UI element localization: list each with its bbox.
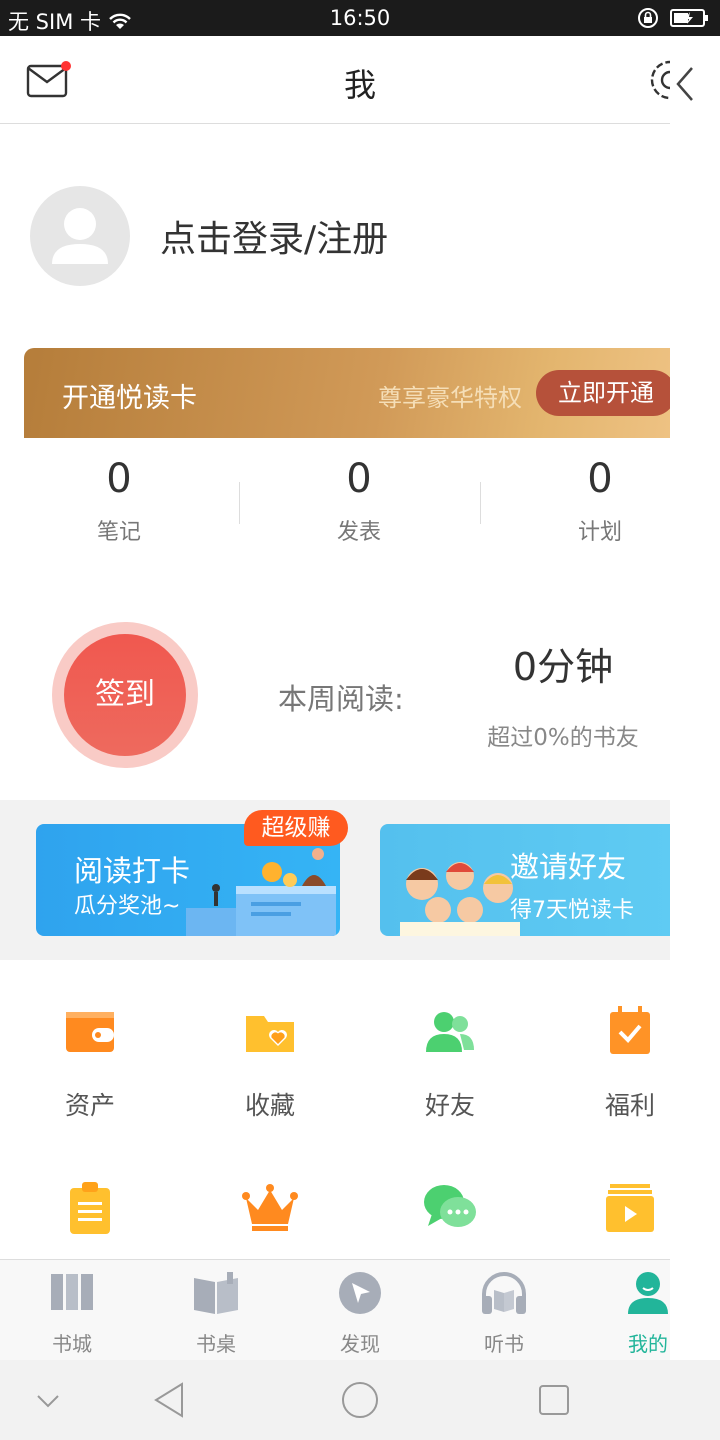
grid-item-vip[interactable] (180, 1178, 360, 1262)
stat-value: 0 (587, 456, 613, 502)
grid-item-label: 福利 (604, 1091, 655, 1120)
bookstore-icon (51, 1274, 93, 1310)
grid-item-assets[interactable]: 资产 (0, 1002, 180, 1122)
grid-item-label: 好友 (424, 1091, 475, 1120)
discover-icon (339, 1272, 381, 1314)
recents-nav-icon[interactable] (536, 1382, 572, 1418)
avatar[interactable] (30, 186, 130, 286)
divider (480, 482, 481, 524)
checkin-button[interactable]: 签到 (64, 634, 186, 756)
stat-value: 0 (346, 456, 372, 502)
system-nav-bar (0, 1360, 720, 1440)
tab-bookdesk[interactable]: 书桌 (161, 1270, 271, 1357)
folder-heart-icon (246, 1016, 294, 1052)
grid-item-welfare[interactable]: 福利 (540, 1002, 670, 1122)
page-title: 我 (343, 66, 376, 104)
clipboard-icon (70, 1182, 110, 1234)
tab-label: 书桌 (196, 1332, 236, 1356)
default-user-icon (52, 208, 108, 264)
tab-discover[interactable]: 发现 (305, 1270, 415, 1357)
profile-section[interactable]: 点击登录/注册 (0, 124, 670, 348)
tab-label: 听书 (484, 1332, 524, 1356)
tab-bookstore[interactable]: 书城 (17, 1270, 127, 1357)
divider (239, 482, 240, 524)
stat-label: 计划 (577, 520, 622, 545)
grid-item-label: 收藏 (244, 1091, 295, 1120)
profile-icon (628, 1272, 668, 1314)
edge-panel-handle-icon[interactable] (672, 64, 698, 104)
week-reading-value: 0分钟 (512, 645, 614, 689)
checkin-section: 签到 本周阅读: 0分钟 超过0%的书友 (0, 588, 670, 800)
tab-label: 发现 (340, 1332, 380, 1356)
tab-label: 书城 (52, 1332, 92, 1356)
grid-item-favorites[interactable]: 收藏 (180, 1002, 360, 1122)
grid-item-tasks[interactable] (0, 1178, 180, 1262)
grid-item-label: 资产 (64, 1091, 115, 1120)
stats-row: 0 笔记 0 发表 0 计划 (0, 438, 670, 568)
super-earn-badge: 超级赚 (244, 810, 348, 846)
edge-panel (670, 36, 720, 1360)
friends-icon (426, 1012, 474, 1052)
rotation-lock-icon (638, 8, 658, 28)
bottom-tab-bar: 书城 书桌 发现 听书 我的 (0, 1259, 670, 1360)
vip-open-button[interactable]: 立即开通 (536, 370, 670, 416)
week-reading-label: 本周阅读: (278, 682, 404, 716)
battery-charging-icon (670, 9, 708, 27)
wallet-icon (66, 1012, 114, 1052)
status-right (636, 6, 710, 30)
checkin-button-ring: 签到 (52, 622, 198, 768)
calendar-check-icon (610, 1006, 650, 1054)
vip-card-name: 开通悦读卡 (62, 383, 197, 414)
header: 我 (0, 36, 670, 124)
prize-pool-illustration (186, 848, 336, 936)
banner-subtitle: 得7天悦读卡 (510, 898, 634, 923)
tab-label: 我的 (628, 1332, 668, 1356)
clock: 16:50 (329, 6, 391, 30)
chat-icon (424, 1185, 476, 1227)
banner-subtitle: 瓜分奖池~ (74, 894, 181, 919)
tab-audiobooks[interactable]: 听书 (449, 1270, 559, 1357)
back-nav-icon[interactable] (150, 1380, 190, 1420)
banner-title: 邀请好友 (510, 850, 627, 884)
week-reading-rank: 超过0%的书友 (487, 725, 639, 751)
app-screen: 我 点击登录/注册 开通悦读卡 尊享豪华特权 立即开通 0 笔记 0 发表 0 … (0, 36, 670, 1360)
feature-grid: 资产 收藏 好友 福利 (0, 960, 670, 1260)
home-nav-icon[interactable] (340, 1380, 380, 1420)
banner-title: 阅读打卡 (74, 854, 191, 888)
stat-label: 发表 (336, 520, 381, 545)
stat-value: 0 (106, 456, 132, 502)
stat-label: 笔记 (96, 520, 141, 545)
crown-icon (242, 1184, 298, 1231)
vip-privilege-text: 尊享豪华特权 (378, 384, 522, 412)
settings-gear-icon[interactable] (646, 58, 670, 102)
vip-card-banner[interactable]: 开通悦读卡 尊享豪华特权 立即开通 (24, 348, 670, 438)
collapse-nav-icon[interactable] (34, 1388, 62, 1412)
stat-posts[interactable]: 0 发表 (259, 456, 459, 546)
stat-notes[interactable]: 0 笔记 (19, 456, 219, 546)
grid-item-videos[interactable] (540, 1178, 670, 1262)
grid-item-friends[interactable]: 好友 (360, 1002, 540, 1122)
grid-item-chat[interactable] (360, 1178, 540, 1262)
tab-mine[interactable]: 我的 (593, 1270, 670, 1357)
login-register-link[interactable]: 点击登录/注册 (160, 210, 388, 262)
friends-illustration (400, 862, 520, 936)
headphones-icon (482, 1272, 526, 1314)
video-stack-icon (606, 1184, 654, 1232)
book-desk-icon (194, 1272, 238, 1314)
stat-plans[interactable]: 0 计划 (500, 456, 670, 546)
invite-friends-banner[interactable]: 邀请好友 得7天悦读卡 (380, 824, 670, 936)
status-bar: 无 SIM 卡 16:50 (0, 0, 720, 36)
